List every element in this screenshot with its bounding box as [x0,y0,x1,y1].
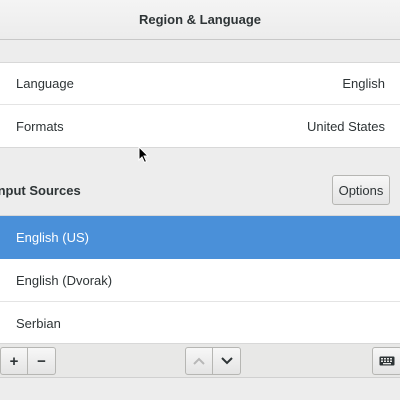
move-group [185,347,241,375]
input-sources-list: English (US) English (Dvorak) Serbian [0,215,400,344]
language-value: English [342,76,385,91]
language-format-list: Language English Formats United States [0,62,400,148]
title-bar: Region & Language [0,0,400,40]
add-remove-group: + − [0,347,56,375]
keyboard-group [372,347,400,375]
input-source-item[interactable]: Serbian [0,302,400,345]
language-row[interactable]: Language English [0,63,400,105]
move-up-button[interactable] [185,347,213,375]
chevron-down-icon [220,357,233,365]
chevron-up-icon [193,357,205,365]
mouse-pointer-icon [138,146,150,164]
input-source-item[interactable]: English (Dvorak) [0,259,400,302]
formats-label: Formats [16,118,64,134]
remove-button[interactable]: − [28,347,56,375]
language-label: Language [16,76,74,91]
input-source-label: Serbian [16,316,61,331]
move-down-button[interactable] [213,347,241,375]
options-button[interactable]: Options [332,175,390,205]
formats-value: United States [306,118,385,134]
keyboard-icon [379,356,395,366]
input-sources-title: Input Sources [0,182,81,198]
input-sources-header: Input Sources Options [0,168,400,212]
input-source-label: English (US) [16,229,89,245]
add-button[interactable]: + [0,347,28,375]
show-keyboard-layout-button[interactable] [372,347,400,375]
input-sources-toolbar: + − [0,344,400,378]
input-source-label: English (Dvorak) [16,272,113,288]
window-footer [0,379,400,400]
input-source-item[interactable]: English (US) [0,216,400,259]
window-title: Region & Language [138,12,262,27]
formats-row[interactable]: Formats United States [0,105,400,147]
